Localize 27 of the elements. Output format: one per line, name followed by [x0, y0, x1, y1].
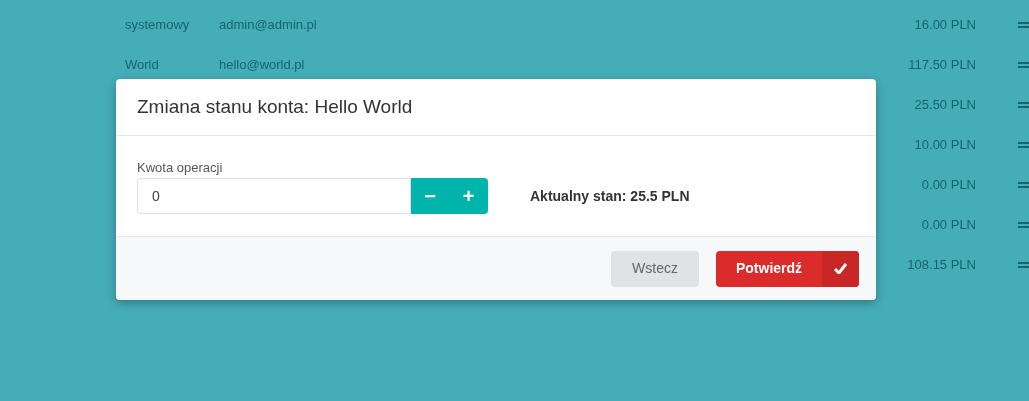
checkmark-icon	[834, 263, 847, 274]
transfer-icon[interactable]	[1018, 260, 1029, 270]
table-cell-text: hello@world.pl	[219, 56, 306, 75]
table-cell-text: 25.50 PLN	[914, 96, 976, 115]
transfer-icon[interactable]	[1018, 60, 1029, 70]
increment-button[interactable]: +	[449, 178, 488, 214]
confirm-button[interactable]: Potwierdź	[716, 250, 859, 287]
table-cell-text: 117.50 PLN	[908, 56, 976, 75]
table-cell-text: 16.00 PLN	[914, 16, 976, 35]
transfer-icon[interactable]	[1018, 180, 1029, 190]
table-cell-text: World	[124, 56, 160, 75]
transfer-icon[interactable]	[1018, 100, 1029, 110]
transfer-icon[interactable]	[1018, 220, 1029, 230]
field-label: Kwota operacji	[137, 160, 224, 176]
amount-field[interactable]: 0	[137, 178, 411, 214]
back-button[interactable]: Wstecz	[611, 250, 699, 287]
current-balance: Aktualny stan: 25.5 PLN	[530, 186, 690, 206]
table-cell-text: 108.15 PLN	[907, 256, 976, 275]
dialog-title: Zmiana stanu konta: Hello World	[137, 94, 413, 119]
transfer-icon[interactable]	[1018, 20, 1029, 30]
transfer-icon[interactable]	[1018, 140, 1029, 150]
table-cell-text: systemowy	[124, 16, 191, 35]
table-cell-text: 10.00 PLN	[914, 136, 976, 155]
table-cell-text: admin@admin.pl	[219, 16, 318, 35]
decrement-button[interactable]: −	[411, 178, 449, 214]
table-cell-text: 0.00 PLN	[921, 216, 976, 235]
table-cell-text: 0.00 PLN	[921, 176, 976, 195]
